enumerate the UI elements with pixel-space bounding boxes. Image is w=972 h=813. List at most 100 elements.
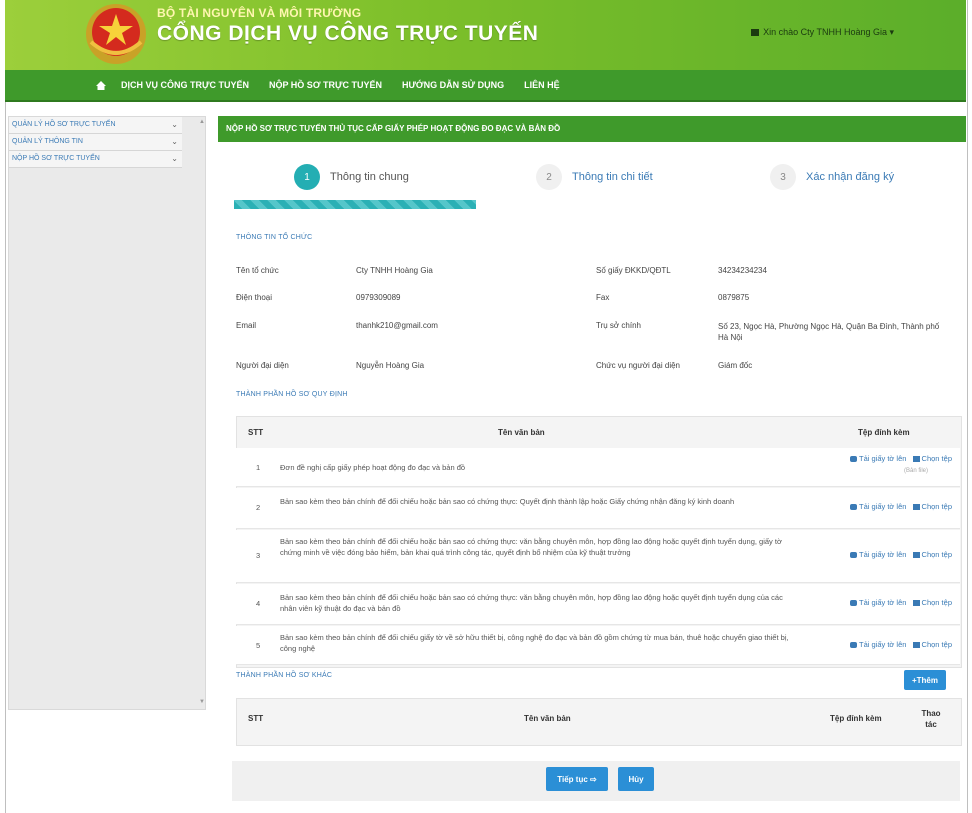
user-card-icon bbox=[751, 29, 760, 36]
choose-file-label: Chọn tệp bbox=[921, 640, 952, 649]
cloud-upload-icon bbox=[850, 600, 857, 607]
chevron-down-icon: ⌄ bbox=[171, 154, 178, 163]
nav-submit-dossier[interactable]: NỘP HỒ SƠ TRỰC TUYẾN bbox=[259, 70, 392, 100]
user-menu[interactable]: Xin chào Cty TNHH Hoàng Gia ▾ bbox=[751, 27, 894, 38]
row-doc-name: Đơn đề nghị cấp giấy phép hoạt động đo đ… bbox=[280, 463, 466, 472]
sidebar-scrollbar[interactable]: ▲ ▼ bbox=[199, 119, 205, 705]
hq-value: Số 23, Ngọc Hà, Phường Ngọc Hà, Quận Ba … bbox=[718, 322, 940, 342]
step-confirm[interactable]: 3 Xác nhận đăng ký bbox=[770, 164, 894, 190]
row-stt: 4 bbox=[256, 599, 261, 608]
portal-title: CỔNG DỊCH VỤ CÔNG TRỰC TUYẾN bbox=[157, 22, 539, 45]
table-row: 1 Đơn đề nghị cấp giấy phép hoạt động đo… bbox=[236, 448, 960, 487]
required-docs-heading: THÀNH PHẦN HỒ SƠ QUY ĐỊNH bbox=[236, 391, 348, 398]
upload-control[interactable]: Tải giấy tờ lên Chọn tệp bbox=[850, 640, 952, 649]
folder-icon bbox=[912, 456, 920, 463]
cloud-upload-icon bbox=[850, 552, 857, 559]
choose-file-button[interactable]: Chọn tệp bbox=[912, 550, 952, 559]
other-docs-heading: THÀNH PHẦN HỒ SƠ KHÁC bbox=[236, 672, 333, 679]
sidebar-item-submit-online[interactable]: NỘP HỒ SƠ TRỰC TUYẾN ⌄ bbox=[9, 151, 182, 168]
next-button[interactable]: Tiếp tục ⇨ bbox=[546, 767, 608, 791]
upload-link[interactable]: Tải giấy tờ lên bbox=[859, 550, 906, 559]
table-row: 4 Bản sao kèm theo bản chính để đối chiế… bbox=[236, 584, 960, 625]
cancel-button[interactable]: Hủy bbox=[618, 767, 654, 791]
add-document-button[interactable]: +Thêm bbox=[904, 670, 946, 690]
folder-icon bbox=[912, 600, 920, 607]
choose-file-button[interactable]: Chọn tệp bbox=[912, 598, 952, 607]
row-stt: 2 bbox=[256, 503, 261, 512]
reg-number-label: Số giấy ĐKKD/QĐTL bbox=[596, 266, 671, 275]
wizard-steps: 1 Thông tin chung 2 Thông tin chi tiết 3… bbox=[218, 156, 966, 196]
org-section-heading: THÔNG TIN TỔ CHỨC bbox=[236, 234, 313, 241]
col-attach-header: Tệp đính kèm bbox=[830, 714, 882, 723]
nav-contact[interactable]: LIÊN HỆ bbox=[514, 70, 570, 100]
phone-value: 0979309089 bbox=[356, 293, 401, 302]
nav-online-services[interactable]: DỊCH VỤ CÔNG TRỰC TUYẾN bbox=[111, 70, 259, 100]
step-details[interactable]: 2 Thông tin chi tiết bbox=[536, 164, 653, 190]
main-nav: DỊCH VỤ CÔNG TRỰC TUYẾN NỘP HỒ SƠ TRỰC T… bbox=[5, 70, 966, 102]
upload-control[interactable]: Tải giấy tờ lên Chọn tệp bbox=[850, 454, 952, 463]
ministry-name: BỘ TÀI NGUYÊN VÀ MÔI TRƯỜNG bbox=[157, 6, 362, 20]
upload-link[interactable]: Tải giấy tờ lên bbox=[859, 598, 906, 607]
chevron-down-icon: ⌄ bbox=[171, 137, 178, 146]
upload-link[interactable]: Tải giấy tờ lên bbox=[859, 640, 906, 649]
step-general-info[interactable]: 1 Thông tin chung bbox=[294, 164, 409, 190]
sidebar-item-label: NỘP HỒ SƠ TRỰC TUYẾN bbox=[12, 155, 100, 162]
hq-label: Trụ sở chính bbox=[596, 321, 641, 330]
fax-value: 0879875 bbox=[718, 293, 750, 302]
row-stt: 1 bbox=[256, 463, 261, 472]
upload-control[interactable]: Tải giấy tờ lên Chọn tệp bbox=[850, 550, 952, 559]
nav-user-guide[interactable]: HƯỚNG DẪN SỬ DỤNG bbox=[392, 70, 514, 100]
chevron-down-icon: ⌄ bbox=[171, 120, 178, 129]
sidebar-item-manage-info[interactable]: QUẢN LÝ THÔNG TIN ⌄ bbox=[9, 134, 182, 151]
col-stt-header: STT bbox=[248, 714, 264, 723]
scroll-down-icon[interactable]: ▼ bbox=[199, 699, 205, 705]
step-label: Thông tin chi tiết bbox=[572, 171, 653, 183]
phone-label: Điện thoại bbox=[236, 293, 273, 302]
national-emblem-icon bbox=[86, 4, 146, 64]
wizard-progress-bar bbox=[234, 200, 476, 209]
choose-file-label: Chọn tệp bbox=[921, 550, 952, 559]
cloud-upload-icon bbox=[850, 456, 857, 463]
col-attach-header: Tệp đính kèm bbox=[858, 428, 910, 437]
sidebar-item-manage-dossiers[interactable]: QUẢN LÝ HỒ SƠ TRỰC TUYẾN ⌄ bbox=[9, 117, 182, 134]
email-label: Email bbox=[236, 321, 257, 330]
file-note: (Bản file) bbox=[903, 468, 928, 474]
choose-file-button[interactable]: Chọn tệp bbox=[912, 640, 952, 649]
scroll-up-icon[interactable]: ▲ bbox=[199, 119, 205, 125]
sidebar: QUẢN LÝ HỒ SƠ TRỰC TUYẾN ⌄ QUẢN LÝ THÔNG… bbox=[8, 116, 206, 710]
org-name-label: Tên tổ chức bbox=[236, 266, 279, 275]
org-name-value: Cty TNHH Hoàng Gia bbox=[356, 266, 433, 275]
cloud-upload-icon bbox=[850, 504, 857, 511]
choose-file-label: Chọn tệp bbox=[921, 454, 952, 463]
fax-label: Fax bbox=[596, 293, 610, 302]
row-stt: 3 bbox=[256, 551, 261, 560]
row-doc-name: Bản sao kèm theo bản chính để đối chiếu … bbox=[280, 537, 782, 557]
choose-file-button[interactable]: Chọn tệp bbox=[912, 454, 952, 463]
user-greeting: Xin chào Cty TNHH Hoàng Gia ▾ bbox=[763, 27, 894, 37]
upload-control[interactable]: Tải giấy tờ lên Chọn tệp bbox=[850, 598, 952, 607]
page-title: NỘP HỒ SƠ TRỰC TUYẾN THỦ TỤC CẤP GIẤY PH… bbox=[218, 116, 966, 142]
step-number: 1 bbox=[294, 164, 320, 190]
upload-link[interactable]: Tải giấy tờ lên bbox=[859, 502, 906, 511]
col-name-header: Tên văn bản bbox=[524, 714, 571, 723]
main-panel: NỘP HỒ SƠ TRỰC TUYẾN THỦ TỤC CẤP GIẤY PH… bbox=[218, 116, 966, 806]
rep-position-label: Chức vụ người đại diện bbox=[596, 361, 680, 370]
row-doc-name: Bản sao kèm theo bản chính để đối chiếu … bbox=[280, 497, 735, 506]
step-number: 3 bbox=[770, 164, 796, 190]
home-button[interactable] bbox=[91, 70, 111, 100]
upload-control[interactable]: Tải giấy tờ lên Chọn tệp bbox=[850, 502, 952, 511]
choose-file-label: Chọn tệp bbox=[921, 598, 952, 607]
rep-position-value: Giám đốc bbox=[718, 361, 753, 370]
site-header: BỘ TÀI NGUYÊN VÀ MÔI TRƯỜNG CỔNG DỊCH VỤ… bbox=[5, 0, 966, 70]
reg-number-value: 34234234234 bbox=[718, 266, 767, 275]
choose-file-button[interactable]: Chọn tệp bbox=[912, 502, 952, 511]
folder-icon bbox=[912, 504, 920, 511]
upload-link[interactable]: Tải giấy tờ lên bbox=[859, 454, 906, 463]
row-doc-name: Bản sao kèm theo bản chính để đối chiếu … bbox=[280, 593, 783, 613]
folder-icon bbox=[912, 642, 920, 649]
table-row: 5 Bản sao kèm theo bản chính để đối chiế… bbox=[236, 626, 960, 665]
table-row: 3 Bản sao kèm theo bản chính để đối chiế… bbox=[236, 530, 960, 583]
sidebar-item-label: QUẢN LÝ THÔNG TIN bbox=[12, 138, 83, 145]
col-action-header: Thao tác bbox=[921, 709, 941, 729]
row-stt: 5 bbox=[256, 641, 261, 650]
